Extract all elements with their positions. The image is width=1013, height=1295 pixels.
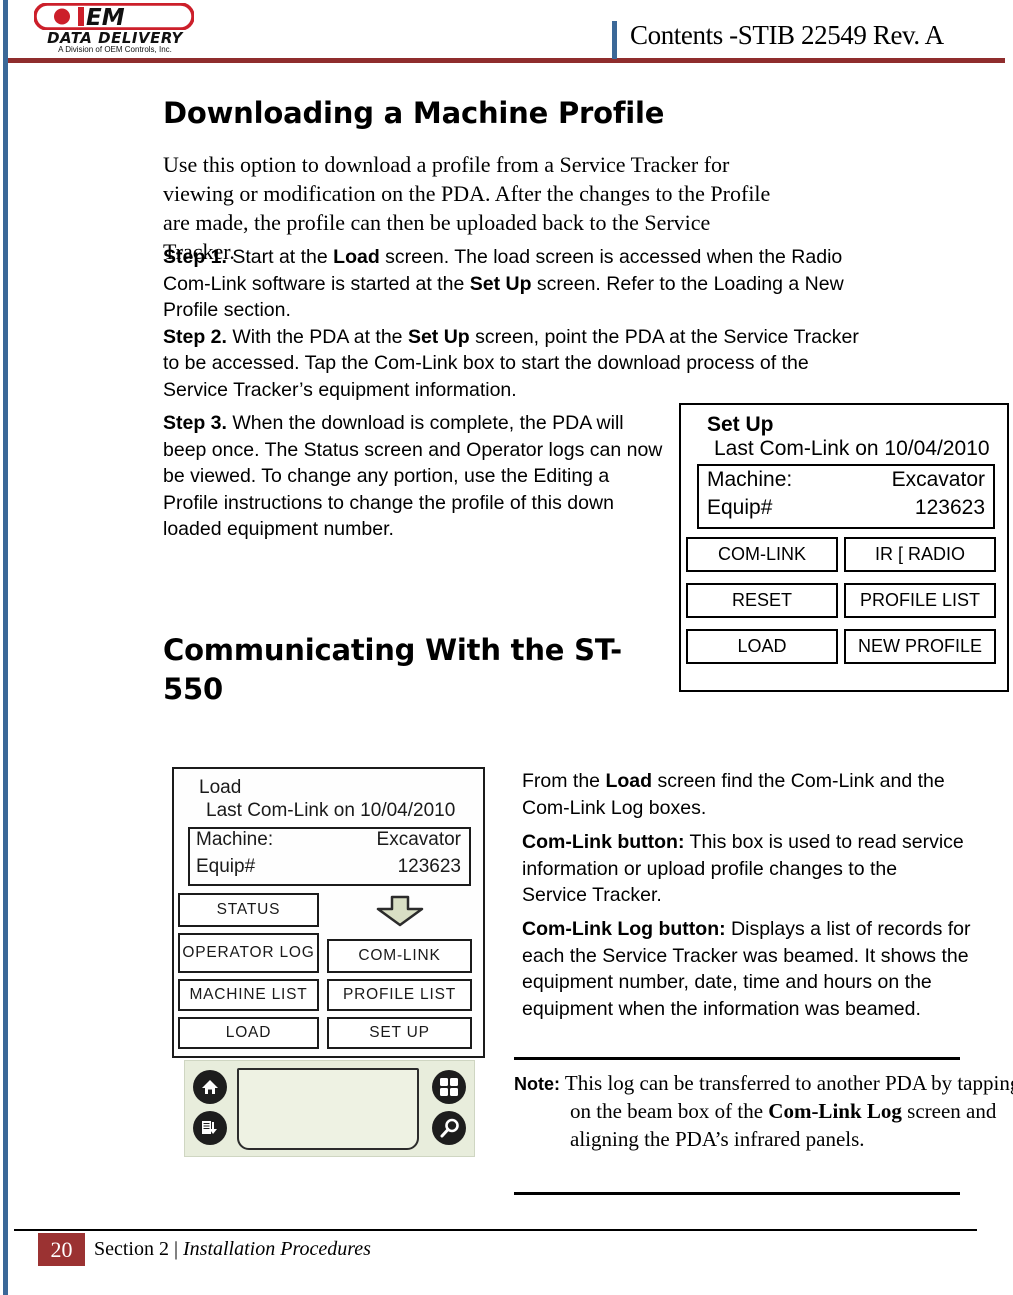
- footer-section-title: Installation Procedures: [183, 1238, 371, 1260]
- step1-bold-setup: Set Up: [469, 272, 532, 295]
- setup-button-load[interactable]: LOAD: [686, 629, 838, 664]
- step1-label: Step 1.: [163, 246, 227, 268]
- page-title: Downloading a Machine Profile: [163, 96, 665, 130]
- four-way-navigation-icon[interactable]: [432, 1070, 466, 1104]
- load-equip-value: 123623: [397, 856, 461, 877]
- footer-rule: [14, 1229, 977, 1231]
- setup-button-new-profile[interactable]: NEW PROFILE: [844, 629, 996, 664]
- pda-graffiti-area: [237, 1068, 419, 1150]
- setup-screen-title: Set Up: [707, 413, 774, 436]
- download-calendar-icon[interactable]: [193, 1111, 227, 1145]
- com-link-button-label: Com-Link button:: [522, 831, 685, 853]
- setup-button-reset[interactable]: RESET: [686, 583, 838, 618]
- header-horizontal-rule: [8, 58, 1005, 63]
- note-bottom-rule: [514, 1192, 960, 1195]
- home-icon[interactable]: [193, 1070, 227, 1104]
- load-button-load[interactable]: LOAD: [178, 1017, 319, 1049]
- load-button-operator-log[interactable]: OPERATOR LOG: [178, 933, 319, 973]
- load-machine-label: Machine:: [196, 829, 274, 850]
- setup-button-profile-list[interactable]: PROFILE LIST: [844, 583, 996, 618]
- footer-section-label: Section 2 |: [94, 1238, 183, 1260]
- load-button-status[interactable]: STATUS: [178, 893, 319, 927]
- setup-screen-info-box: Machine: Excavator Equip# 123623: [697, 464, 995, 529]
- step2-text-a: With the PDA at the: [226, 325, 408, 348]
- header-divider: [612, 21, 617, 59]
- steps-1-2-paragraph: Step 1. Start at the Load screen. The lo…: [163, 244, 875, 403]
- load-screen-info-box: Machine: Excavator Equip# 123623: [188, 827, 471, 886]
- oem-logo-mark-icon: EM: [34, 3, 194, 30]
- search-icon[interactable]: [432, 1111, 466, 1145]
- load-button-com-link[interactable]: COM-LINK: [327, 939, 472, 973]
- setup-machine-label: Machine:: [707, 468, 793, 491]
- page-left-rule: [3, 0, 8, 1295]
- load-equip-label: Equip#: [196, 856, 256, 877]
- step3-text: When the download is complete, the PDA w…: [163, 412, 663, 541]
- load-button-machine-list[interactable]: MACHINE LIST: [178, 979, 319, 1011]
- pda-load-screen-illustration: Load Last Com-Link on 10/04/2010 Machine…: [172, 767, 485, 1186]
- step1-text-a: Start at the: [226, 246, 334, 268]
- oem-data-delivery-logo: EM DATA DELIVERY A Division of OEM Contr…: [26, 2, 204, 54]
- right-column-paragraph-3: Com-Link Log button: Displays a list of …: [522, 916, 972, 1022]
- step2-bold-setup: Set Up: [407, 325, 470, 348]
- right-column-paragraph-2: Com-Link button: This box is used to rea…: [522, 829, 967, 909]
- setup-screen-illustration: Set Up Last Com-Link on 10/04/2010 Machi…: [679, 403, 1009, 692]
- pda-hardware-bezel: [184, 1060, 475, 1157]
- step1-bold-load: Load: [333, 246, 380, 268]
- note-top-rule: [514, 1057, 960, 1060]
- note-bold-comlinklog: Com-Link Log: [768, 1098, 902, 1123]
- note-label: Note:: [514, 1074, 560, 1094]
- header-title: Contents -STIB 22549 Rev. A: [630, 20, 944, 50]
- com-link-log-button-label: Com-Link Log button:: [522, 918, 726, 940]
- setup-equip-row: Equip# 123623: [707, 496, 985, 520]
- load-screen-subtitle: Last Com-Link on 10/04/2010: [206, 800, 456, 821]
- setup-button-com-link[interactable]: COM-LINK: [686, 537, 838, 572]
- setup-machine-value: Excavator: [891, 468, 985, 491]
- pda-screen: Load Last Com-Link on 10/04/2010 Machine…: [172, 767, 485, 1058]
- footer-section-text: Section 2 | Installation Procedures: [94, 1238, 371, 1261]
- down-arrow-icon: [376, 895, 424, 927]
- load-screen-title: Load: [199, 777, 242, 798]
- page-number-badge: 20: [38, 1233, 85, 1266]
- setup-equip-value: 123623: [914, 496, 985, 519]
- right-column-paragraph-1: From the Load screen find the Com-Link a…: [522, 768, 962, 821]
- setup-button-ir-radio[interactable]: IR [ RADIO: [844, 537, 996, 572]
- step2-label: Step 2.: [163, 325, 227, 348]
- setup-equip-label: Equip#: [707, 496, 773, 519]
- load-button-set-up[interactable]: SET UP: [327, 1017, 472, 1049]
- note-block: Note: This log can be transferred to ano…: [514, 1070, 1013, 1154]
- step3-label: Step 3.: [163, 412, 227, 434]
- load-machine-value: Excavator: [376, 829, 461, 850]
- svg-text:EM: EM: [86, 5, 125, 30]
- section-heading-communicating: Communicating With the ST-550: [163, 633, 622, 707]
- rc1-bold-load: Load: [605, 770, 653, 792]
- setup-machine-row: Machine: Excavator: [707, 468, 985, 492]
- setup-screen-subtitle: Last Com-Link on 10/04/2010: [714, 437, 990, 460]
- load-machine-row: Machine: Excavator: [196, 829, 461, 851]
- load-equip-row: Equip# 123623: [196, 856, 461, 878]
- load-button-profile-list[interactable]: PROFILE LIST: [327, 979, 472, 1011]
- logo-subline: A Division of OEM Controls, Inc.: [58, 45, 172, 54]
- rc1-text-a: From the: [522, 770, 606, 792]
- step3-paragraph: Step 3. When the download is complete, t…: [163, 410, 663, 543]
